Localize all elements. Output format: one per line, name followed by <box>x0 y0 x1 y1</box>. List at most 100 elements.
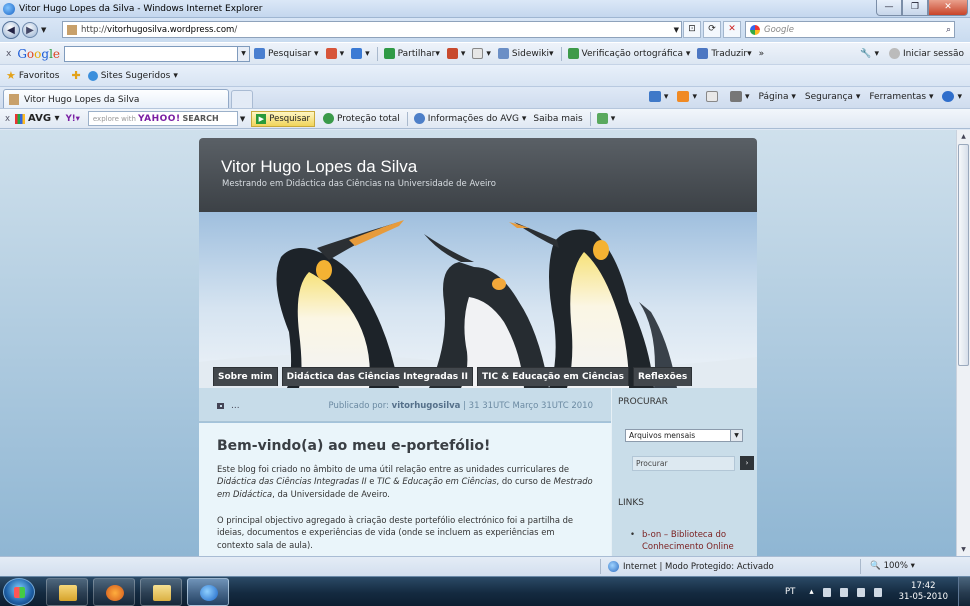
avg-toolbar-close[interactable]: x <box>5 114 10 124</box>
add-favorite-icon[interactable]: ✚ <box>72 69 81 82</box>
windows-taskbar: PT ▴ 17:42 31-05-2010 <box>0 576 970 606</box>
post-format-icon <box>217 403 224 409</box>
new-tab-button[interactable] <box>231 90 253 108</box>
power-icon[interactable] <box>839 587 848 597</box>
favorites-button[interactable]: Favoritos <box>19 71 60 81</box>
google-search-input[interactable] <box>64 45 239 62</box>
start-button[interactable] <box>3 578 35 606</box>
yahoo-icon[interactable]: Y!▾ <box>66 114 80 124</box>
avg-logo-icon <box>15 113 26 124</box>
translate-button[interactable]: Traduzir ▾ <box>697 48 752 59</box>
avg-info-button[interactable]: Informações do AVG ▾ <box>413 113 526 124</box>
address-dropdown-icon[interactable]: ▼ <box>674 26 679 34</box>
yahoo-dropdown-icon[interactable]: ▼ <box>240 115 245 123</box>
more-button[interactable]: » <box>759 49 765 59</box>
close-button[interactable]: ✕ <box>928 0 968 16</box>
search-box[interactable]: Google ⌕ <box>745 21 955 38</box>
show-desktop-button[interactable] <box>958 577 970 606</box>
status-bar: Internet | Modo Protegido: Activado 🔍 100… <box>0 556 970 576</box>
ie-icon <box>200 585 218 601</box>
sidewiki-button[interactable]: Sidewiki ▾ <box>497 48 554 59</box>
taskbar-folder[interactable] <box>140 578 182 606</box>
history-dropdown-icon[interactable]: ▼ <box>41 26 46 34</box>
avg-settings-button[interactable]: ▾ <box>596 113 615 124</box>
wrench-icon[interactable]: 🔧 ▾ <box>860 49 879 59</box>
popup-blocker-icon <box>446 48 458 59</box>
address-bar[interactable]: http://vitorhugosilva.wordpress.com/ ▼ <box>62 21 682 38</box>
taskbar-media-player[interactable] <box>93 578 135 606</box>
site-favicon-icon <box>9 94 19 105</box>
tray-expand-icon[interactable]: ▴ <box>809 587 813 597</box>
toolbar-separator <box>589 111 591 126</box>
zoom-level[interactable]: 🔍 100% ▾ <box>870 561 915 571</box>
home-button[interactable]: ▾ <box>648 91 668 102</box>
search-icon[interactable]: ⌕ <box>946 25 951 35</box>
volume-icon[interactable] <box>873 587 882 597</box>
autofill-icon <box>472 48 484 59</box>
add-button[interactable]: ▾ <box>351 48 370 59</box>
action-center-icon[interactable] <box>822 587 831 597</box>
post-title[interactable]: Bem-vindo(a) ao meu e-portefólio! <box>217 438 490 454</box>
blog-title[interactable]: Vitor Hugo Lopes da Silva <box>221 157 417 177</box>
forward-button[interactable]: ▶ <box>22 22 38 38</box>
mail-button[interactable] <box>705 91 721 102</box>
protection-button[interactable]: Proteção total <box>323 113 400 124</box>
taskbar-explorer[interactable] <box>46 578 88 606</box>
bookmarks-button[interactable]: ▾ <box>325 48 344 59</box>
autofill-button[interactable]: ▾ <box>472 48 491 59</box>
back-button[interactable]: ◀ <box>2 21 20 39</box>
nav-didactica[interactable]: Didáctica das Ciências Integradas II <box>281 367 473 386</box>
feeds-button[interactable]: ▾ <box>677 91 697 102</box>
post-ellipsis[interactable]: ... <box>231 401 240 411</box>
security-zone[interactable]: Internet | Modo Protegido: Activado <box>608 561 774 572</box>
nav-about-me[interactable]: Sobre mim <box>213 367 278 386</box>
translate-icon <box>697 48 709 59</box>
address-url[interactable]: http://vitorhugosilva.wordpress.com/ <box>81 25 237 35</box>
popup-blocker-button[interactable]: ▾ <box>446 48 465 59</box>
title-bar: Vitor Hugo Lopes da Silva - Windows Inte… <box>0 0 970 18</box>
archive-select[interactable]: Arquivos mensais ▼ <box>625 429 743 442</box>
restore-button[interactable]: ❐ <box>902 0 928 16</box>
stop-icon[interactable]: ✕ <box>723 21 741 38</box>
page-menu[interactable]: Página ▾ <box>759 92 796 102</box>
chevron-down-icon: ▼ <box>730 430 742 441</box>
refresh-icon[interactable]: ⟳ <box>703 21 721 38</box>
sign-in-button[interactable]: Iniciar sessão <box>888 48 964 59</box>
status-separator <box>600 559 601 574</box>
yahoo-search-input[interactable]: explore with YAHOO! SEARCH <box>87 111 238 126</box>
minimize-button[interactable]: — <box>876 0 902 16</box>
avg-logo[interactable]: AVG ▾ <box>15 113 60 124</box>
compatibility-view-icon[interactable]: ⊡ <box>683 21 701 38</box>
list-item[interactable]: b-on – Biblioteca do Conhecimento Online <box>630 530 750 553</box>
yahoo-search-button[interactable]: ▶ Pesquisar <box>251 110 316 127</box>
address-tools: ⊡ ⟳ ✕ <box>683 21 743 38</box>
google-search-button[interactable]: Pesquisar ▾ <box>254 48 319 59</box>
sidebar-search-input[interactable]: Procurar <box>632 456 735 471</box>
clock[interactable]: 17:42 31-05-2010 <box>899 581 948 603</box>
language-indicator[interactable]: PT <box>785 587 795 597</box>
vertical-scrollbar[interactable]: ▲ ▼ <box>956 130 970 556</box>
scroll-up-icon[interactable]: ▲ <box>957 130 970 143</box>
help-button[interactable]: ▾ <box>942 91 962 102</box>
network-icon[interactable] <box>856 587 865 597</box>
browser-tab[interactable]: Vitor Hugo Lopes da Silva <box>3 89 229 109</box>
spellcheck-button[interactable]: Verificação ortográfica ▾ <box>567 48 690 59</box>
safety-menu[interactable]: Segurança ▾ <box>805 92 860 102</box>
search-placeholder[interactable]: Google <box>764 25 794 35</box>
scrollbar-thumb[interactable] <box>958 144 969 366</box>
post-author-link[interactable]: vitorhugosilva <box>392 401 461 411</box>
google-search-dropdown-icon[interactable]: ▼ <box>238 45 251 62</box>
nav-reflexoes[interactable]: Reflexões <box>633 367 693 386</box>
nav-tic-educacao[interactable]: TIC & Educação em Ciências <box>476 367 629 386</box>
sidebar-search-button[interactable]: › <box>740 456 754 470</box>
suggested-sites-button[interactable]: Sites Sugeridos <box>101 71 171 81</box>
google-toolbar-close[interactable]: x <box>6 49 11 59</box>
tools-menu[interactable]: Ferramentas ▾ <box>869 92 933 102</box>
chevron-down-icon[interactable]: ▾ <box>173 71 178 81</box>
taskbar-internet-explorer[interactable] <box>187 578 229 606</box>
print-button[interactable]: ▾ <box>729 91 750 102</box>
learn-more-link[interactable]: Saiba mais <box>533 114 582 124</box>
scroll-down-icon[interactable]: ▼ <box>957 543 970 556</box>
blog-nav: Sobre mim Didáctica das Ciências Integra… <box>213 367 696 386</box>
share-button[interactable]: Partilhar ▾ <box>383 48 440 59</box>
